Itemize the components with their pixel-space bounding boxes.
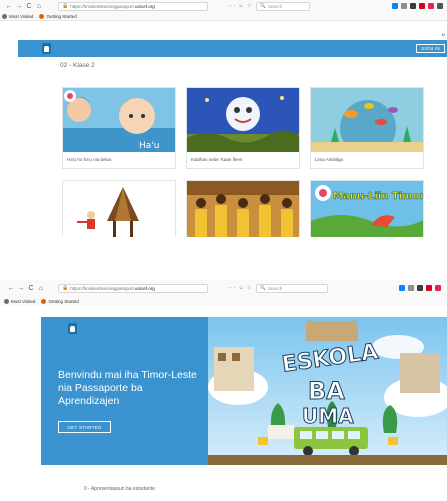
- page-top-strip: M: [0, 21, 447, 40]
- back-icon[interactable]: ←: [6, 285, 16, 292]
- course-card[interactable]: [186, 180, 300, 237]
- browser-toolbar: ← → C ⌂ 🔒 https://hmsilentlearningpasspo…: [0, 280, 447, 296]
- section-title: 0 - Apresentasaun ba estudante: [84, 486, 155, 492]
- library-icon[interactable]: [408, 285, 414, 291]
- course-card[interactable]: Lima Ambiliga: [310, 87, 424, 169]
- bookmark-getting-started[interactable]: Getting Started: [39, 13, 77, 19]
- course-card[interactable]: Ha'u Ha'u ho ha'u nia belun: [62, 87, 176, 169]
- gear-icon: [4, 298, 9, 304]
- bookmarks-bar: Most Visited Getting Started: [0, 12, 447, 21]
- lock-icon: 🔒: [62, 3, 69, 9]
- section-title: 02 - Klase 2: [60, 62, 95, 69]
- sign-in-button[interactable]: SIGN IN: [416, 44, 445, 53]
- extension-icon[interactable]: [410, 3, 416, 9]
- bookmarks-bar: Most Visited Getting Started: [0, 296, 447, 306]
- extension-icon[interactable]: [435, 285, 441, 291]
- learning-passport-logo-icon[interactable]: [42, 43, 51, 54]
- course-title: Lima Ambiliga: [315, 157, 344, 162]
- extension-icon[interactable]: [428, 3, 434, 9]
- url-text: https://hmsilentlearningpassport.unicef.…: [70, 285, 155, 291]
- course-title: Kabihan nebe 'Kaan fleen: [191, 157, 243, 162]
- reload-icon[interactable]: C: [26, 285, 36, 292]
- firefox-icon: [41, 298, 47, 304]
- page-actions[interactable]: ··· ☺ ☆: [228, 285, 252, 291]
- search-bar[interactable]: 🔍 Search: [256, 1, 311, 11]
- school-children-thumbnail: [187, 181, 299, 237]
- search-placeholder: Search: [267, 3, 283, 9]
- url-bar[interactable]: 🔒 https://hmsilentlearningpassport.unice…: [58, 1, 208, 11]
- page-actions[interactable]: ··· ☺ ☆: [228, 3, 252, 9]
- reload-icon[interactable]: C: [24, 3, 34, 10]
- extension-icon[interactable]: [419, 3, 425, 9]
- search-bar[interactable]: 🔍 Search: [256, 283, 329, 293]
- extension-icon[interactable]: [417, 285, 423, 291]
- search-icon: 🔍: [260, 285, 266, 290]
- learning-passport-logo-icon[interactable]: [68, 323, 77, 334]
- menu-icon[interactable]: [437, 3, 443, 9]
- banner-word: UMA: [302, 404, 354, 428]
- bookmark-most-visited[interactable]: Most Visited: [2, 13, 33, 19]
- underwater-fish-thumbnail: [311, 88, 423, 152]
- bookmark-getting-started[interactable]: Getting Started: [41, 298, 79, 304]
- download-icon[interactable]: [392, 3, 398, 9]
- book-cover-title: Manu-Liin Timor: [333, 191, 423, 202]
- browser-toolbar: ← → C ⌂ 🔒 https://hmsilentlearningpasspo…: [0, 0, 447, 12]
- site-header: SIGN IN: [18, 40, 447, 57]
- firefox-icon: [39, 13, 45, 19]
- svg-text:Ha'u: Ha'u: [139, 141, 159, 151]
- library-icon[interactable]: [401, 3, 407, 9]
- hero-title: Benvindu mai iha Timor-Leste nia Passapo…: [58, 369, 197, 407]
- bookmark-most-visited[interactable]: Most Visited: [4, 298, 35, 304]
- hero-banner-image: ESKOLA BA UMA: [208, 317, 447, 465]
- back-icon[interactable]: ←: [4, 3, 14, 10]
- forward-icon[interactable]: →: [14, 3, 24, 10]
- traditional-house-thumbnail: [63, 181, 175, 237]
- faint-text: M: [441, 32, 445, 37]
- hero-panel: Benvindu mai iha Timor-Leste nia Passapo…: [41, 317, 208, 465]
- children-swimming-thumbnail: Ha'u: [63, 88, 175, 152]
- banner-word: BA: [308, 377, 345, 405]
- extension-icon[interactable]: [426, 285, 432, 291]
- course-title: Ha'u ho ha'u nia belun: [67, 157, 112, 162]
- manu-liin-timor-thumbnail: Manu-Liin Timor: [311, 181, 423, 237]
- smiling-moon-thumbnail: [187, 88, 299, 152]
- home-icon[interactable]: ⌂: [36, 285, 46, 292]
- download-icon[interactable]: [399, 285, 405, 291]
- home-icon[interactable]: ⌂: [34, 3, 44, 10]
- gear-icon: [2, 13, 7, 19]
- get-started-button[interactable]: GET STARTED: [58, 421, 111, 433]
- course-card[interactable]: [62, 180, 176, 237]
- course-card[interactable]: Manu-Liin Timor: [310, 180, 424, 237]
- url-bar[interactable]: 🔒 https://hmsilentlearningpassport.unice…: [58, 283, 208, 293]
- search-icon: 🔍: [260, 3, 266, 8]
- lock-icon: 🔒: [62, 285, 69, 291]
- forward-icon[interactable]: →: [16, 285, 26, 292]
- course-card[interactable]: Kabihan nebe 'Kaan fleen: [186, 87, 300, 169]
- url-text: https://hmsilentlearningpassport.unicef.…: [70, 3, 155, 9]
- search-placeholder: Search: [267, 285, 283, 291]
